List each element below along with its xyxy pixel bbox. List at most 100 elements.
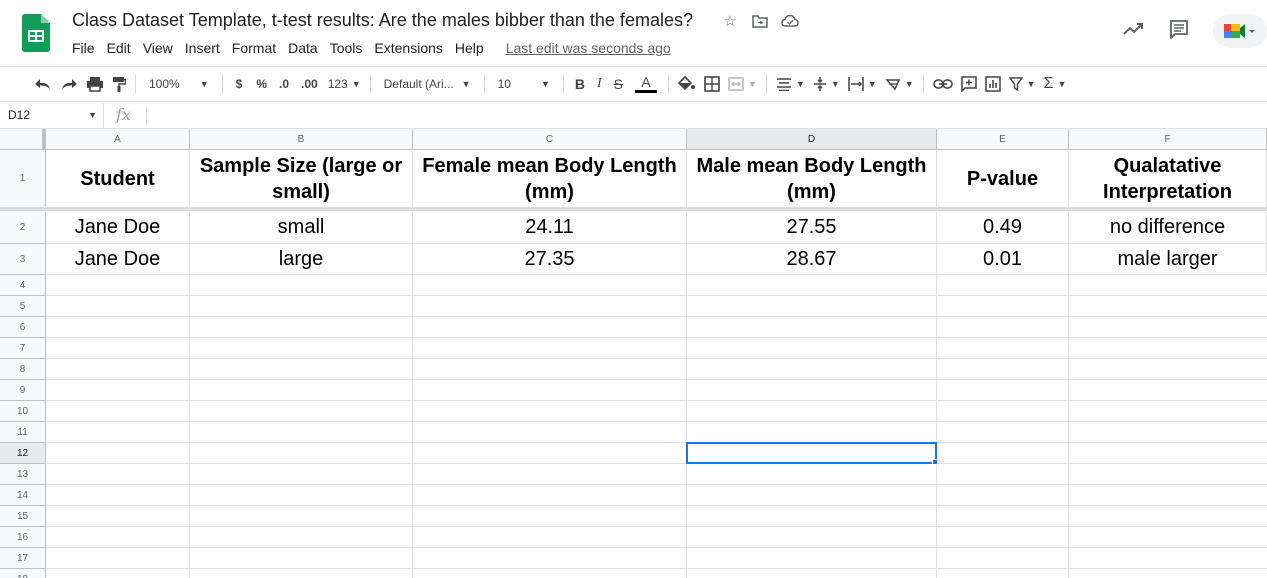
table-cell[interactable]: Jane Doe [46,212,190,244]
row-header-5[interactable]: 5 [0,296,46,317]
menu-edit[interactable]: Edit [101,38,137,58]
percent-format-button[interactable]: % [250,72,273,96]
row-header-8[interactable]: 8 [0,359,46,380]
comment-icon[interactable] [1169,19,1189,44]
row-header-16[interactable]: 16 [0,527,46,548]
paint-format-icon[interactable] [108,72,130,96]
row-header-3[interactable]: 3 [0,244,46,275]
column-header-e[interactable]: E [937,129,1069,150]
text-wrap-icon[interactable]: ▼ [844,72,881,96]
text-color-button[interactable]: A [629,72,663,96]
table-cell[interactable]: 0.01 [937,244,1069,275]
menu-file[interactable]: File [66,38,101,58]
header-cell-interpretation[interactable]: Qualatative Interpretation [1069,150,1267,208]
strikethrough-button[interactable]: S [608,72,629,96]
sheets-logo-icon[interactable] [22,14,50,52]
table-cell[interactable]: small [190,212,413,244]
table-cell[interactable]: 28.67 [687,244,937,275]
document-title[interactable]: Class Dataset Template, t-test results: … [72,10,693,31]
functions-icon[interactable]: Σ ▼ [1040,72,1071,96]
row-header-13[interactable]: 13 [0,464,46,485]
cloud-status-icon[interactable] [780,11,800,31]
move-folder-icon[interactable] [750,11,770,31]
row-header-9[interactable]: 9 [0,380,46,401]
last-edit-link[interactable]: Last edit was seconds ago [500,38,677,58]
column-header-f[interactable]: F [1069,129,1267,150]
name-box[interactable]: D12 ▼ [0,103,104,128]
text-rotation-icon[interactable]: ▼ [881,72,918,96]
row-header-12[interactable]: 12 [0,443,46,464]
vertical-align-icon[interactable]: ▼ [809,72,844,96]
chevron-down-icon: ▼ [795,79,805,89]
column-header-b[interactable]: B [190,129,413,150]
print-icon[interactable] [82,72,108,96]
table-cell[interactable]: 0.49 [937,212,1069,244]
italic-button[interactable]: I [591,72,608,96]
fill-color-icon[interactable] [674,72,700,96]
redo-icon[interactable] [56,72,82,96]
insert-comment-icon[interactable] [957,72,981,96]
row-header-7[interactable]: 7 [0,338,46,359]
menu-insert[interactable]: Insert [179,38,226,58]
column-header-c[interactable]: C [413,129,687,150]
zoom-select[interactable]: 100% ▼ [141,72,217,96]
row-header-15[interactable]: 15 [0,506,46,527]
table-cell[interactable]: large [190,244,413,275]
insert-link-icon[interactable] [929,72,957,96]
decrease-decimal-button[interactable]: .0 [273,72,295,96]
increase-decimal-button[interactable]: .00 [295,72,324,96]
table-cell[interactable]: 24.11 [413,212,687,244]
menu-extensions[interactable]: Extensions [368,38,448,58]
sheet-grid[interactable]: A B C D E F 1 2 3 4 5 6 7 8 9 10 11 12 1… [0,129,1267,578]
insert-chart-icon[interactable] [981,72,1005,96]
row-header-17[interactable]: 17 [0,548,46,569]
formula-input[interactable] [150,103,1260,128]
selected-cell-d12[interactable] [686,442,937,464]
borders-icon[interactable] [700,72,724,96]
row-header-10[interactable]: 10 [0,401,46,422]
horizontal-align-icon[interactable]: ▼ [772,72,809,96]
more-formats-label: 123 [327,77,348,91]
row-header-1[interactable]: 1 [0,150,46,208]
activity-trend-icon[interactable] [1123,22,1145,41]
meet-button[interactable] [1213,14,1267,48]
bold-button[interactable]: B [569,72,591,96]
row-header-11[interactable]: 11 [0,422,46,443]
star-icon[interactable]: ☆ [720,11,740,31]
table-cell[interactable]: 27.35 [413,244,687,275]
row-header-14[interactable]: 14 [0,485,46,506]
table-cell[interactable]: Jane Doe [46,244,190,275]
font-family-select[interactable]: Default (Ari... ▼ [376,72,479,96]
merge-cells-icon[interactable]: ▼ [724,72,761,96]
row-header-18[interactable]: 18 [0,569,46,578]
header-cell-female-length[interactable]: Female mean Body Length (mm) [413,150,687,208]
currency-format-button[interactable]: $ [228,72,251,96]
sigma-glyph: Σ [1043,75,1054,92]
menu-tools[interactable]: Tools [324,38,369,58]
filter-icon[interactable]: ▼ [1005,72,1040,96]
menu-help[interactable]: Help [449,38,490,58]
header-cell-p-value[interactable]: P-value [937,150,1069,208]
menu-data[interactable]: Data [282,38,324,58]
table-cell[interactable]: no difference [1069,212,1267,244]
font-family-value: Default (Ari... [383,77,454,91]
header-cell-male-length[interactable]: Male mean Body Length (mm) [687,150,937,208]
select-all-corner[interactable] [0,129,46,150]
frozen-row-divider[interactable] [0,207,1267,211]
row-header-6[interactable]: 6 [0,317,46,338]
row-header-2[interactable]: 2 [0,212,46,244]
font-size-select[interactable]: 10 ▼ [490,72,558,96]
chevron-down-icon: ▼ [1026,79,1036,89]
menu-view[interactable]: View [137,38,179,58]
header-cell-student[interactable]: Student [46,150,190,208]
undo-icon[interactable] [30,72,56,96]
fill-handle[interactable] [932,459,938,465]
column-header-d[interactable]: D [687,129,937,150]
menu-format[interactable]: Format [226,38,282,58]
row-header-4[interactable]: 4 [0,275,46,296]
more-formats-button[interactable]: 123 ▼ [324,72,365,96]
table-cell[interactable]: 27.55 [687,212,937,244]
column-header-a[interactable]: A [46,129,190,150]
header-cell-sample-size[interactable]: Sample Size (large or small) [190,150,413,208]
table-cell[interactable]: male larger [1069,244,1267,275]
